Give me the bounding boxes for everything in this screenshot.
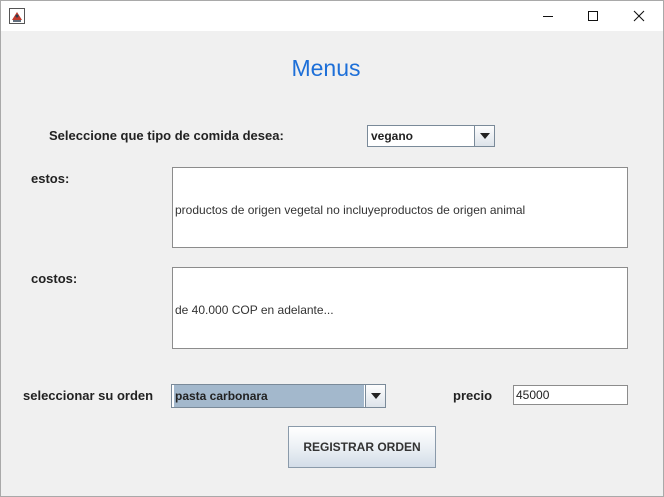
order-select[interactable]: pasta carbonara <box>171 384 386 408</box>
register-order-button[interactable]: REGISTRAR ORDEN <box>288 426 436 468</box>
app-window: Menus Seleccione que tipo de comida dese… <box>0 0 664 497</box>
chevron-down-icon <box>479 133 490 139</box>
costs-text: de 40.000 COP en adelante... <box>175 303 334 317</box>
food-type-label: Seleccione que tipo de comida desea: <box>49 128 284 143</box>
chevron-down-icon <box>370 393 381 399</box>
price-label: precio <box>453 388 493 403</box>
close-icon <box>633 10 645 22</box>
title-bar[interactable] <box>1 1 663 31</box>
order-selected: pasta carbonara <box>174 385 364 407</box>
minimize-button[interactable] <box>525 1 571 31</box>
dropdown-arrow[interactable] <box>474 126 494 146</box>
costos-label: costos: <box>31 271 78 286</box>
order-label: seleccionar su orden <box>23 388 154 403</box>
food-type-select[interactable]: vegano <box>367 125 495 147</box>
maximize-icon <box>588 11 598 21</box>
java-app-icon <box>9 8 25 24</box>
description-textarea[interactable]: productos de origen vegetal no incluyepr… <box>172 167 628 248</box>
maximize-button[interactable] <box>570 1 616 31</box>
close-button[interactable] <box>616 1 662 31</box>
form-panel: Menus Seleccione que tipo de comida dese… <box>1 32 663 496</box>
food-type-selected: vegano <box>370 126 473 146</box>
page-title: Menus <box>291 55 361 81</box>
minimize-icon <box>543 16 553 17</box>
description-text: productos de origen vegetal no incluyepr… <box>175 203 526 217</box>
estos-label: estos: <box>31 171 70 186</box>
price-field[interactable]: 45000 <box>513 385 628 405</box>
costs-textarea[interactable]: de 40.000 COP en adelante... <box>172 267 628 349</box>
dropdown-arrow[interactable] <box>365 385 385 407</box>
